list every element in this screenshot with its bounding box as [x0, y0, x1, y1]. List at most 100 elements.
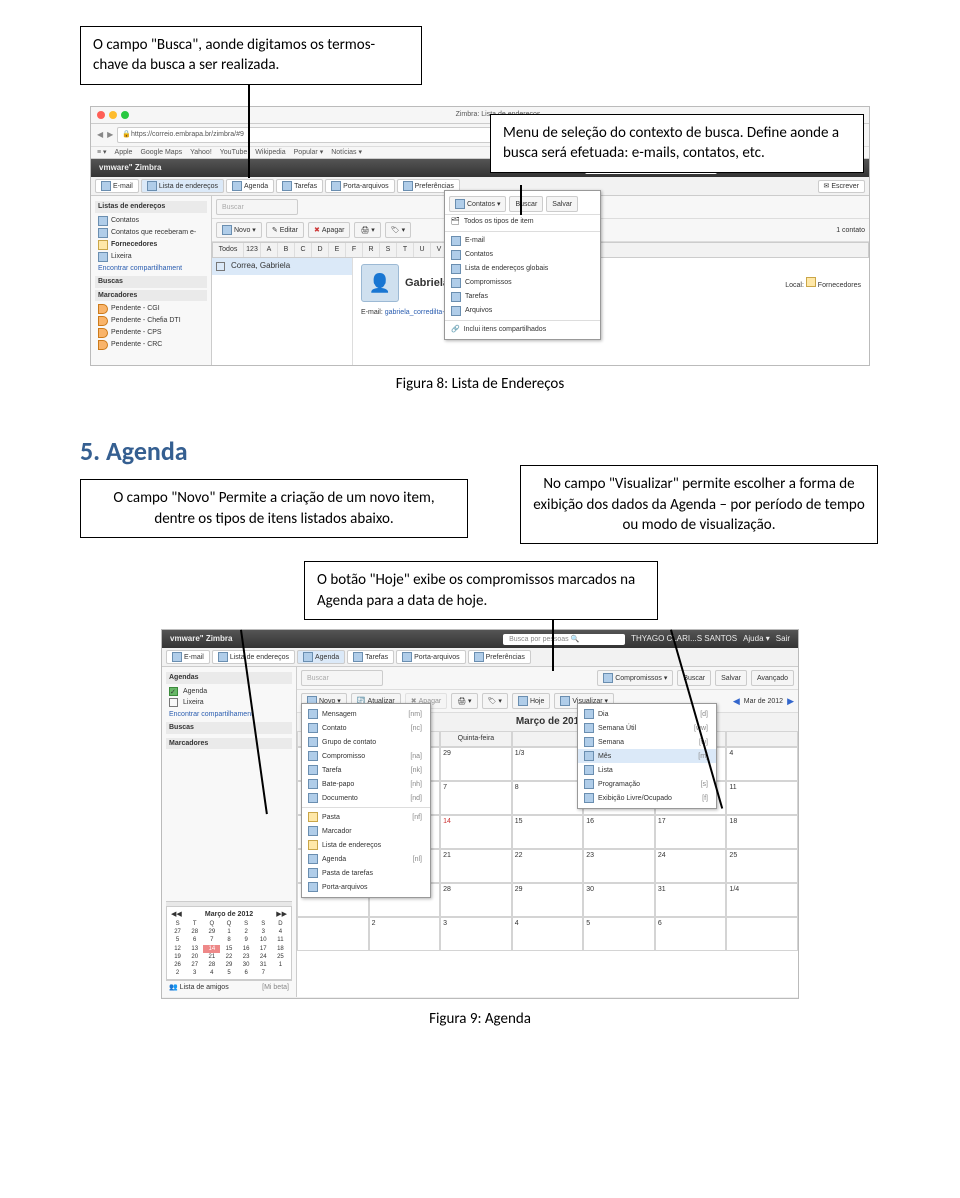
new-drop-item[interactable]: Bate-papo[nh]: [302, 777, 430, 791]
calendar-cell[interactable]: 21: [440, 849, 512, 883]
save-button[interactable]: Salvar: [715, 670, 747, 686]
sidebar-item-agenda[interactable]: ✓Agenda: [166, 686, 292, 697]
calendar-cell[interactable]: 1/4: [726, 883, 798, 917]
calendar-cell[interactable]: 29: [440, 747, 512, 781]
exit-link[interactable]: Sair: [776, 634, 790, 645]
sidebar-item[interactable]: Contatos: [95, 215, 207, 227]
calendar-cell[interactable]: 29: [512, 883, 584, 917]
new-drop-item[interactable]: Compromisso[na]: [302, 749, 430, 763]
marker-item[interactable]: Pendente - CRC: [95, 339, 207, 351]
view-drop-item[interactable]: Semana[w]: [578, 735, 716, 749]
drop-item[interactable]: Compromissos: [445, 276, 600, 290]
new-drop-item[interactable]: Tarefa[nk]: [302, 763, 430, 777]
tab-briefcase[interactable]: Porta-arquivos: [396, 650, 466, 664]
help-menu[interactable]: Ajuda ▾: [743, 634, 770, 645]
save-button[interactable]: Salvar: [546, 196, 578, 212]
tag-button[interactable]: 🏷 ▾: [482, 693, 508, 709]
calendar-cell[interactable]: 16: [583, 815, 655, 849]
tab-prefs[interactable]: Preferências: [468, 650, 531, 664]
calendar-cell[interactable]: 25: [726, 849, 798, 883]
calendar-cell[interactable]: 24: [655, 849, 727, 883]
view-drop-item[interactable]: Programação[s]: [578, 777, 716, 791]
calendar-cell[interactable]: 23: [583, 849, 655, 883]
new-drop-item[interactable]: Marcador: [302, 824, 430, 838]
drop-item[interactable]: Contatos: [445, 248, 600, 262]
calendar-cell[interactable]: 4: [726, 747, 798, 781]
drop-shared[interactable]: 🔗Inclui itens compartilhados: [445, 320, 600, 336]
tab-contacts[interactable]: Lista de endereços: [212, 650, 295, 664]
bookmark[interactable]: Google Maps: [140, 148, 182, 157]
new-drop-item[interactable]: Mensagem[nm]: [302, 707, 430, 721]
close-icon[interactable]: [97, 111, 105, 119]
tab-agenda[interactable]: Agenda: [297, 650, 345, 664]
calendar-cell[interactable]: [726, 917, 798, 951]
today-button[interactable]: Hoje: [512, 693, 550, 709]
bookmark[interactable]: Popular ▾: [294, 148, 324, 157]
calendar-cell[interactable]: 15: [512, 815, 584, 849]
local-search[interactable]: Buscar: [301, 670, 383, 686]
new-drop-item[interactable]: Agenda[nl]: [302, 852, 430, 866]
new-drop-item[interactable]: Grupo de contato: [302, 735, 430, 749]
marker-item[interactable]: Pendente - Chefia DTI: [95, 315, 207, 327]
bookmark[interactable]: Yahoo!: [190, 148, 212, 157]
calendar-cell[interactable]: 31: [655, 883, 727, 917]
calendar-cell[interactable]: 17: [655, 815, 727, 849]
tab-email[interactable]: E-mail: [166, 650, 210, 664]
tab-email[interactable]: E-mail: [95, 179, 139, 193]
edit-button[interactable]: ✎ Editar: [266, 222, 304, 238]
search-button[interactable]: Buscar: [509, 196, 543, 212]
calendar-cell[interactable]: [297, 917, 369, 951]
compose-button[interactable]: ✉ Escrever: [818, 180, 866, 193]
new-drop-item[interactable]: Documento[nd]: [302, 791, 430, 805]
drop-all-types[interactable]: 🗂Todos os tipos de item: [445, 215, 600, 228]
mini-prev-icon[interactable]: ◀◀: [171, 910, 182, 919]
new-drop-item[interactable]: Pasta[nf]: [302, 807, 430, 824]
view-drop-item[interactable]: Semana Útil[ww]: [578, 721, 716, 735]
global-search[interactable]: Busca por pessoas 🔍: [503, 634, 625, 645]
context-select[interactable]: Contatos ▾: [449, 196, 506, 212]
view-drop-item[interactable]: Mês[m]: [578, 749, 716, 763]
nav-fwd-icon[interactable]: ▶: [107, 130, 113, 141]
view-drop-item[interactable]: Lista: [578, 763, 716, 777]
bookmark[interactable]: Apple: [115, 148, 133, 157]
new-drop-item[interactable]: Pasta de tarefas: [302, 866, 430, 880]
friends-list[interactable]: 👥 Lista de amigos: [169, 983, 229, 992]
calendar-cell[interactable]: 1/3: [512, 747, 584, 781]
calendar-cell[interactable]: 8: [512, 781, 584, 815]
calendar-cell[interactable]: 28: [440, 883, 512, 917]
marker-item[interactable]: Pendente - CGI: [95, 303, 207, 315]
sidebar-item[interactable]: Contatos que receberam e-: [95, 227, 207, 239]
tab-tasks[interactable]: Tarefas: [276, 179, 323, 193]
drop-item[interactable]: Tarefas: [445, 290, 600, 304]
sidebar-item[interactable]: Lixeira: [95, 251, 207, 263]
calendar-cell[interactable]: 14: [440, 815, 512, 849]
contact-list-item[interactable]: Correa, Gabriela: [212, 258, 352, 275]
local-search[interactable]: Buscar: [216, 199, 298, 215]
calendar-cell[interactable]: 3: [440, 917, 512, 951]
delete-button[interactable]: ✖ Apagar: [308, 222, 350, 238]
bookmark[interactable]: Wikipedia: [255, 148, 285, 157]
sidebar-item-selected[interactable]: Fornecedores: [95, 239, 207, 251]
drop-item[interactable]: E-mail: [445, 231, 600, 248]
new-drop-item[interactable]: Contato[nc]: [302, 721, 430, 735]
mini-next-icon[interactable]: ▶▶: [276, 910, 287, 919]
mini-calendar[interactable]: ◀◀ Março de 2012 ▶▶ STQQSSD 2728291234 5…: [166, 906, 292, 980]
tag-button[interactable]: 🏷 ▾: [385, 222, 411, 238]
tab-briefcase[interactable]: Porta-arquivos: [325, 179, 395, 193]
new-button[interactable]: Novo ▾: [216, 222, 262, 238]
calendar-cell[interactable]: 2: [369, 917, 441, 951]
new-drop-item[interactable]: Lista de endereços: [302, 838, 430, 852]
bookmark[interactable]: Notícias ▾: [331, 148, 362, 157]
tab-contacts[interactable]: Lista de endereços: [141, 179, 224, 193]
calendar-cell[interactable]: 5: [583, 917, 655, 951]
more-button[interactable]: 🖨 ▾: [354, 222, 380, 238]
nav-next-icon[interactable]: ▶: [787, 695, 794, 707]
calendar-cell[interactable]: 18: [726, 815, 798, 849]
drop-item[interactable]: Lista de endereços globais: [445, 262, 600, 276]
marker-item[interactable]: Pendente - CPS: [95, 327, 207, 339]
calendar-cell[interactable]: 30: [583, 883, 655, 917]
calendar-cell[interactable]: 22: [512, 849, 584, 883]
drop-item[interactable]: Arquivos: [445, 304, 600, 318]
nav-back-icon[interactable]: ◀: [97, 130, 103, 141]
checkbox-icon[interactable]: [216, 262, 225, 271]
